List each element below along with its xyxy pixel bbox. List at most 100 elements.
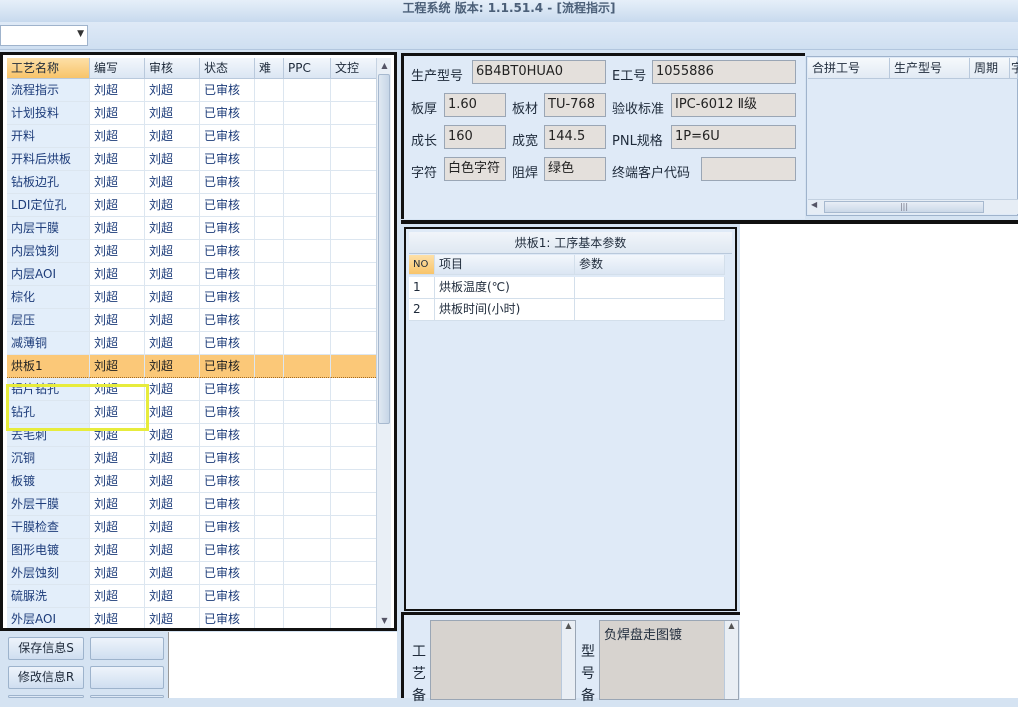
memo-scrollbar[interactable]: ▲ xyxy=(724,621,738,699)
table-row[interactable]: 开料 刘超 刘超 已审核 xyxy=(7,125,378,148)
thickness-field[interactable]: 1.60 xyxy=(444,93,506,117)
ppc-cell[interactable] xyxy=(284,355,331,378)
status-cell[interactable]: 已审核 xyxy=(200,309,255,332)
ppc-cell[interactable] xyxy=(284,102,331,125)
pnl-field[interactable]: 1P=6U xyxy=(671,125,796,149)
col-header-no[interactable]: NO xyxy=(409,255,435,275)
doc-control-cell[interactable] xyxy=(331,539,378,562)
difficulty-cell[interactable] xyxy=(255,470,284,493)
length-field[interactable]: 160 xyxy=(444,125,506,149)
writer-cell[interactable]: 刘超 xyxy=(90,585,145,608)
status-cell[interactable]: 已审核 xyxy=(200,447,255,470)
difficulty-cell[interactable] xyxy=(255,539,284,562)
status-cell[interactable]: 已审核 xyxy=(200,332,255,355)
material-field[interactable]: TU-768 xyxy=(544,93,606,117)
writer-cell[interactable]: 刘超 xyxy=(90,493,145,516)
doc-control-cell[interactable] xyxy=(331,309,378,332)
writer-cell[interactable]: 刘超 xyxy=(90,447,145,470)
ppc-cell[interactable] xyxy=(284,447,331,470)
modify-info-button[interactable]: 修改信息R xyxy=(8,666,84,689)
status-cell[interactable]: 已审核 xyxy=(200,125,255,148)
doc-control-cell[interactable] xyxy=(331,286,378,309)
process-name-cell[interactable]: 外层蚀刻 xyxy=(7,562,90,585)
difficulty-cell[interactable] xyxy=(255,424,284,447)
ppc-cell[interactable] xyxy=(284,493,331,516)
model-field[interactable]: 6B4BT0HUA0 xyxy=(472,60,606,84)
table-row[interactable]: 钻板边孔 刘超 刘超 已审核 xyxy=(7,171,378,194)
writer-cell[interactable]: 刘超 xyxy=(90,332,145,355)
col-header-status[interactable]: 状态 xyxy=(200,58,255,79)
ppc-cell[interactable] xyxy=(284,585,331,608)
reviewer-cell[interactable]: 刘超 xyxy=(145,562,200,585)
process-name-cell[interactable]: 棕化 xyxy=(7,286,90,309)
process-name-cell[interactable]: 沉铜 xyxy=(7,447,90,470)
ppc-cell[interactable] xyxy=(284,194,331,217)
process-name-cell[interactable]: 开料后烘板 xyxy=(7,148,90,171)
table-row[interactable]: 沉铜 刘超 刘超 已审核 xyxy=(7,447,378,470)
writer-cell[interactable]: 刘超 xyxy=(90,194,145,217)
reviewer-cell[interactable]: 刘超 xyxy=(145,355,200,378)
doc-control-cell[interactable] xyxy=(331,424,378,447)
save-info-button[interactable]: 保存信息S xyxy=(8,637,84,660)
ppc-cell[interactable] xyxy=(284,79,331,102)
status-cell[interactable]: 已审核 xyxy=(200,79,255,102)
writer-cell[interactable]: 刘超 xyxy=(90,286,145,309)
reviewer-cell[interactable]: 刘超 xyxy=(145,286,200,309)
doc-control-cell[interactable] xyxy=(331,125,378,148)
process-name-cell[interactable]: 流程指示 xyxy=(7,79,90,102)
difficulty-cell[interactable] xyxy=(255,79,284,102)
status-cell[interactable]: 已审核 xyxy=(200,263,255,286)
merge-list-scroll-thumb[interactable]: ||| xyxy=(824,201,984,213)
ppc-cell[interactable] xyxy=(284,332,331,355)
status-cell[interactable]: 已审核 xyxy=(200,401,255,424)
difficulty-cell[interactable] xyxy=(255,286,284,309)
process-name-cell[interactable]: 内层蚀刻 xyxy=(7,240,90,263)
process-name-cell[interactable]: 外层AOI xyxy=(7,608,90,628)
reviewer-cell[interactable]: 刘超 xyxy=(145,102,200,125)
status-cell[interactable]: 已审核 xyxy=(200,171,255,194)
doc-control-cell[interactable] xyxy=(331,148,378,171)
status-cell[interactable]: 已审核 xyxy=(200,102,255,125)
ppc-cell[interactable] xyxy=(284,539,331,562)
status-cell[interactable]: 已审核 xyxy=(200,355,255,378)
difficulty-cell[interactable] xyxy=(255,493,284,516)
ppc-cell[interactable] xyxy=(284,240,331,263)
reviewer-cell[interactable]: 刘超 xyxy=(145,470,200,493)
writer-cell[interactable]: 刘超 xyxy=(90,171,145,194)
reviewer-cell[interactable]: 刘超 xyxy=(145,539,200,562)
writer-cell[interactable]: 刘超 xyxy=(90,355,145,378)
process-name-cell[interactable]: 内层干膜 xyxy=(7,217,90,240)
reviewer-cell[interactable]: 刘超 xyxy=(145,125,200,148)
ppc-cell[interactable] xyxy=(284,562,331,585)
table-row[interactable]: 外层AOI 刘超 刘超 已审核 xyxy=(7,608,378,628)
ppc-cell[interactable] xyxy=(284,263,331,286)
process-name-cell[interactable]: 内层AOI xyxy=(7,263,90,286)
table-row[interactable]: 减薄铜 刘超 刘超 已审核 xyxy=(7,332,378,355)
status-cell[interactable]: 已审核 xyxy=(200,424,255,447)
writer-cell[interactable]: 刘超 xyxy=(90,516,145,539)
doc-control-cell[interactable] xyxy=(331,171,378,194)
writer-cell[interactable]: 刘超 xyxy=(90,470,145,493)
col-header-item[interactable]: 项目 xyxy=(435,255,575,275)
ppc-cell[interactable] xyxy=(284,470,331,493)
reviewer-cell[interactable]: 刘超 xyxy=(145,424,200,447)
difficulty-cell[interactable] xyxy=(255,148,284,171)
writer-cell[interactable]: 刘超 xyxy=(90,263,145,286)
difficulty-cell[interactable] xyxy=(255,171,284,194)
writer-cell[interactable]: 刘超 xyxy=(90,79,145,102)
difficulty-cell[interactable] xyxy=(255,562,284,585)
memo-scrollbar[interactable]: ▲ xyxy=(561,621,575,699)
difficulty-cell[interactable] xyxy=(255,263,284,286)
table-row[interactable]: 外层干膜 刘超 刘超 已审核 xyxy=(7,493,378,516)
process-name-cell[interactable]: 图形电镀 xyxy=(7,539,90,562)
char-field[interactable]: 白色字符 xyxy=(444,157,506,181)
col-header-reviewer[interactable]: 审核 xyxy=(145,58,200,79)
merge-list-hscrollbar[interactable]: ◀ ||| xyxy=(808,199,1018,214)
doc-control-cell[interactable] xyxy=(331,263,378,286)
reviewer-cell[interactable]: 刘超 xyxy=(145,148,200,171)
ppc-cell[interactable] xyxy=(284,148,331,171)
blank-button-1[interactable] xyxy=(90,637,164,660)
difficulty-cell[interactable] xyxy=(255,447,284,470)
doc-control-cell[interactable] xyxy=(331,493,378,516)
reviewer-cell[interactable]: 刘超 xyxy=(145,401,200,424)
